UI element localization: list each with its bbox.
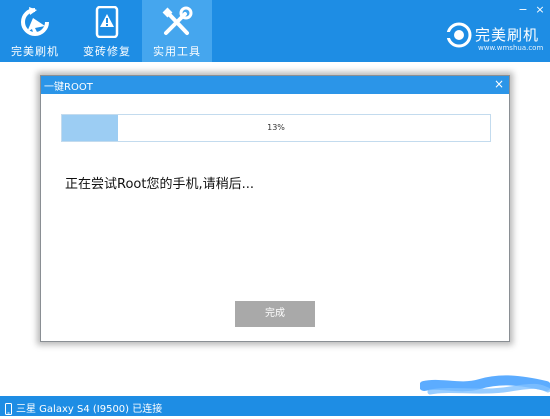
status-bar: 三星 Galaxy S4 (I9500) 已连接 (0, 396, 550, 416)
progress-label: 13% (267, 123, 285, 132)
tools-icon (161, 6, 193, 42)
phone-icon (5, 400, 12, 419)
status-message: 正在尝试Root您的手机,请稍后... (65, 177, 254, 192)
refresh-icon (20, 6, 50, 42)
tab-label: 完美刷机 (11, 45, 59, 58)
dialog-title-bar[interactable]: 一键ROOT × (41, 76, 509, 94)
brand-logo-icon (446, 22, 472, 52)
tab-label: 变砖修复 (83, 45, 131, 58)
done-button[interactable]: 完成 (235, 301, 315, 327)
root-dialog: 一键ROOT × 13% 正在尝试Root您的手机,请稍后... 完成 (40, 75, 510, 342)
app-header: 完美刷机 变砖修复 实用工具 − × 完美刷机 www.wmshua.com (0, 0, 550, 62)
device-connection-status: 三星 Galaxy S4 (I9500) 已连接 (16, 404, 163, 415)
progress-bar: 13% (61, 114, 491, 142)
tab-label: 实用工具 (153, 45, 201, 58)
blue-brush-stroke (420, 375, 550, 395)
warning-phone-icon (95, 5, 119, 42)
tab-perfect-flash[interactable]: 完美刷机 (0, 0, 70, 62)
brand-name: 完美刷机 (475, 26, 540, 44)
tab-brick-repair[interactable]: 变砖修复 (72, 0, 142, 62)
brand-url: www.wmshua.com (478, 44, 544, 52)
tab-utility-tools[interactable]: 实用工具 (142, 0, 212, 62)
dialog-title: 一键ROOT (44, 82, 93, 93)
minimize-button[interactable]: − (516, 4, 530, 16)
close-window-button[interactable]: × (533, 4, 547, 16)
dialog-close-button[interactable]: × (494, 77, 504, 91)
